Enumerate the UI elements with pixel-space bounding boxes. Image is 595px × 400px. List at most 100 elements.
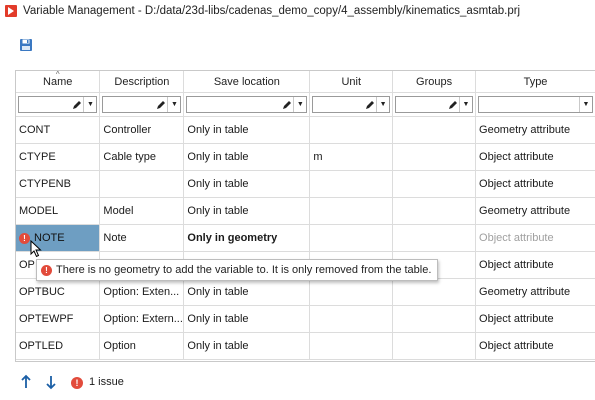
save-icon: [20, 39, 32, 51]
cell-unit[interactable]: [309, 170, 394, 198]
cell-name[interactable]: OPTBUC: [16, 278, 101, 306]
table-row[interactable]: CONT Controller Only in table Geometry attr…: [16, 116, 595, 144]
pencil-icon[interactable]: [365, 99, 375, 110]
pencil-icon[interactable]: [72, 99, 82, 110]
cell-unit[interactable]: [309, 116, 394, 144]
cell-name[interactable]: CTYPE: [16, 143, 101, 171]
column-filter-input[interactable]: ▼: [395, 96, 474, 113]
column-header-label: Groups: [416, 75, 453, 88]
cell-description[interactable]: Note: [99, 224, 185, 252]
cell-groups[interactable]: [392, 332, 477, 360]
table-row[interactable]: OPTEWPF Option: Extern... Only in table Obj…: [16, 305, 595, 333]
cell-text: Object attribute: [479, 232, 554, 244]
cell-description[interactable]: Option: [99, 332, 185, 360]
cell-type[interactable]: Object attribute: [475, 170, 595, 198]
column-filter-input[interactable]: ▼: [18, 96, 98, 113]
cell-save-location[interactable]: Only in table: [183, 278, 311, 306]
cell-description[interactable]: [99, 170, 185, 198]
column-filter-input[interactable]: ▼: [478, 96, 593, 113]
column-header-unit[interactable]: Unit: [309, 71, 394, 93]
column-filter-input[interactable]: ▼: [102, 96, 182, 113]
cell-text: Only in table: [187, 178, 249, 190]
column-header-name[interactable]: ^ Name: [16, 71, 101, 93]
table-row[interactable]: OPTLED Option Only in table Object attribut…: [16, 332, 595, 360]
table-row[interactable]: ! NOTE Note Only in geometry Object attribut…: [16, 224, 595, 252]
chevron-down-icon[interactable]: ▼: [579, 97, 592, 112]
cell-save-location[interactable]: Only in table: [183, 170, 311, 198]
cell-description[interactable]: Controller: [99, 116, 185, 144]
cell-description[interactable]: Option: Exten...: [99, 278, 185, 306]
error-icon: !: [19, 232, 30, 244]
move-down-button[interactable]: [44, 374, 58, 390]
cell-save-location[interactable]: Only in table: [183, 332, 311, 360]
cell-type[interactable]: Object attribute: [475, 332, 595, 360]
cell-save-location[interactable]: Only in table: [183, 197, 311, 225]
cell-save-location[interactable]: Only in table: [183, 143, 311, 171]
pencil-icon[interactable]: [282, 99, 292, 110]
column-filter-input[interactable]: ▼: [312, 96, 391, 113]
column-header-label: Type: [523, 75, 548, 88]
cell-groups[interactable]: [392, 143, 477, 171]
cell-name[interactable]: CTYPENB: [16, 170, 101, 198]
cell-groups[interactable]: [392, 278, 477, 306]
cell-save-location[interactable]: Only in geometry: [183, 224, 311, 252]
cell-type[interactable]: Object attribute: [475, 251, 595, 279]
chevron-down-icon[interactable]: ▼: [83, 97, 96, 112]
window-title: Variable Management - D:/data/23d-libs/c…: [23, 5, 521, 17]
column-header-description[interactable]: Description: [99, 71, 185, 93]
cell-name[interactable]: ! NOTE: [16, 224, 101, 252]
chevron-down-icon[interactable]: ▼: [376, 97, 389, 112]
pencil-icon[interactable]: [448, 99, 458, 110]
table-row[interactable]: CTYPE Cable type Only in table m Object attr…: [16, 143, 595, 171]
column-header-type[interactable]: Type: [475, 71, 595, 93]
move-up-button[interactable]: [19, 374, 33, 390]
cell-type[interactable]: Object attribute: [475, 143, 595, 171]
issues-count[interactable]: 1 issue: [89, 376, 124, 388]
cell-type[interactable]: Geometry attribute: [475, 278, 595, 306]
cell-save-location[interactable]: Only in table: [183, 116, 311, 144]
cell-groups[interactable]: [392, 224, 477, 252]
chevron-down-icon[interactable]: ▼: [293, 97, 306, 112]
cell-name[interactable]: MODEL: [16, 197, 101, 225]
column-header-save-location[interactable]: Save location: [183, 71, 311, 93]
cell-name[interactable]: CONT: [16, 116, 101, 144]
cell-text: m: [313, 151, 323, 163]
cell-unit[interactable]: m: [309, 143, 394, 171]
cell-unit[interactable]: [309, 278, 394, 306]
table-row[interactable]: MODEL Model Only in table Geometry attribut…: [16, 197, 595, 225]
cell-description[interactable]: Model: [99, 197, 185, 225]
chevron-down-icon[interactable]: ▼: [167, 97, 180, 112]
cell-groups[interactable]: [392, 197, 477, 225]
cell-unit[interactable]: [309, 305, 394, 333]
pencil-icon[interactable]: [156, 99, 166, 110]
column-header-label: Save location: [213, 75, 280, 88]
cell-type[interactable]: Object attribute: [475, 224, 595, 252]
cell-unit[interactable]: [309, 332, 394, 360]
cell-groups[interactable]: [392, 116, 477, 144]
cell-description[interactable]: Option: Extern...: [99, 305, 185, 333]
cell-unit[interactable]: [309, 224, 394, 252]
variables-table[interactable]: ^ Name Description Save location Unit Groups T…: [15, 70, 595, 362]
column-filter-input[interactable]: ▼: [186, 96, 308, 113]
cell-save-location[interactable]: Only in table: [183, 305, 311, 333]
cell-groups[interactable]: [392, 170, 477, 198]
cell-text: Note: [103, 232, 127, 244]
cell-unit[interactable]: [309, 197, 394, 225]
cell-name[interactable]: OPTLED: [16, 332, 101, 360]
cell-description[interactable]: Cable type: [99, 143, 185, 171]
cell-text: Object attribute: [479, 340, 554, 352]
cell-groups[interactable]: [392, 305, 477, 333]
table-row[interactable]: OPTBUC Option: Exten... Only in table Geome…: [16, 278, 595, 306]
title-bar: Variable Management - D:/data/23d-libs/c…: [0, 0, 595, 24]
cell-type[interactable]: Object attribute: [475, 305, 595, 333]
filter-cell: ▼: [309, 92, 394, 117]
sort-ascending-icon: ^: [55, 71, 60, 79]
cell-type[interactable]: Geometry attribute: [475, 197, 595, 225]
column-header-groups[interactable]: Groups: [392, 71, 477, 93]
table-row[interactable]: CTYPENB Only in table Object attribute: [16, 170, 595, 198]
save-button[interactable]: [19, 38, 33, 52]
chevron-down-icon[interactable]: ▼: [459, 97, 472, 112]
cell-type[interactable]: Geometry attribute: [475, 116, 595, 144]
cell-name[interactable]: OPTEWPF: [16, 305, 101, 333]
tooltip-text: There is no geometry to add the variable…: [56, 264, 432, 276]
